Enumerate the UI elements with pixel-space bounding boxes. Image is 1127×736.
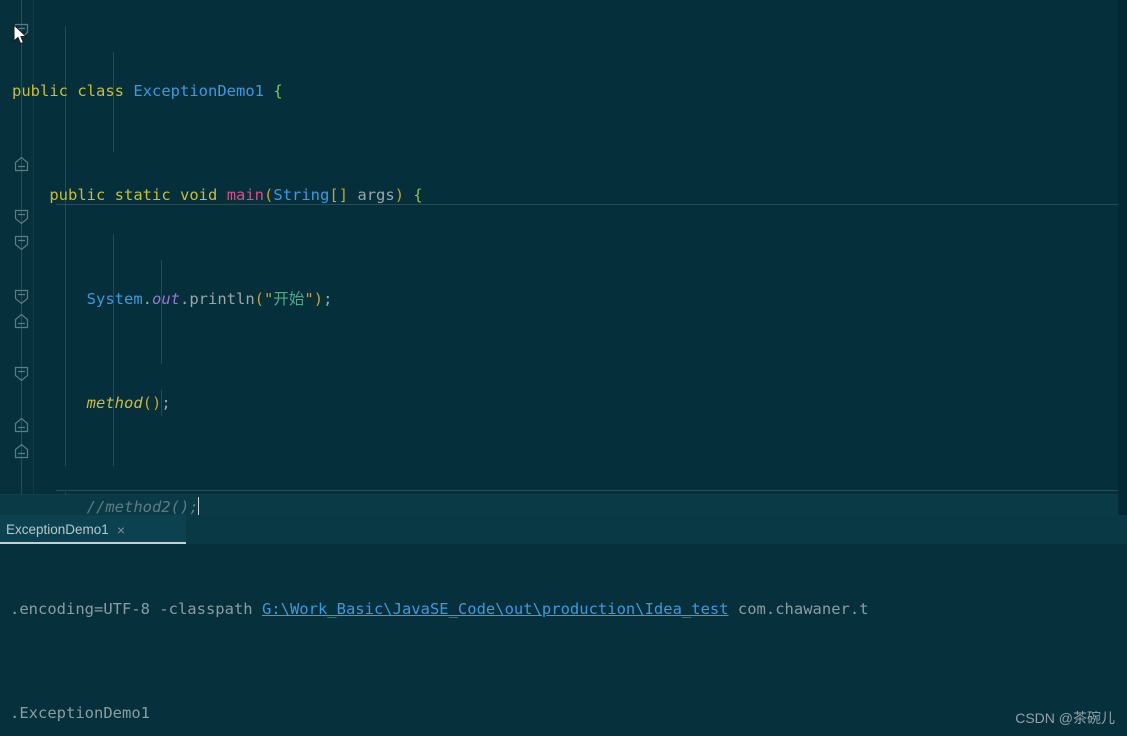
token-string: 开始 [273, 290, 305, 308]
token-paren: ( [264, 186, 274, 204]
token-type: System [86, 290, 143, 308]
token-brace: { [273, 82, 283, 100]
token-type: ExceptionDemo1 [133, 82, 265, 100]
token-dot: . [180, 290, 190, 308]
token-paren: () [142, 394, 162, 412]
text-caret [197, 497, 199, 515]
token-brace: { [413, 186, 423, 204]
code-content[interactable]: public class ExceptionDemo1 { public sta… [0, 0, 1127, 515]
token-semicolon: ; [161, 394, 171, 412]
token-paren: ) [313, 290, 324, 308]
console-cmd-path-link[interactable]: G:\Work_Basic\JavaSE_Code\out\production… [262, 600, 729, 618]
console-top-clip [0, 544, 1127, 558]
code-line[interactable]: public static void main(String[] args) { [0, 182, 1127, 208]
console-line-command-cont: .ExceptionDemo1 [10, 700, 1127, 726]
code-line[interactable]: public class ExceptionDemo1 { [0, 78, 1127, 104]
console-tab-exceptiondemo1[interactable]: ExceptionDemo1 × [0, 515, 186, 544]
watermark: CSDN @茶碗儿 [1015, 710, 1115, 726]
token-field: out [152, 290, 180, 308]
console-cmd-suffix: com.chawaner.t [728, 600, 869, 618]
code-editor[interactable]: public class ExceptionDemo1 { public sta… [0, 0, 1127, 515]
token-keyword: public [12, 82, 68, 100]
token-paren: ( [254, 290, 265, 308]
console-line-command: .encoding=UTF-8 -classpath G:\Work_Basic… [10, 596, 1127, 622]
token-method-decl: main [226, 186, 265, 204]
code-line-active[interactable]: //method2(); [0, 494, 1127, 515]
console-cmd-prefix: .encoding=UTF-8 -classpath [10, 600, 262, 618]
console-output[interactable]: .encoding=UTF-8 -classpath G:\Work_Basic… [0, 544, 1127, 736]
token-method: println [189, 290, 255, 308]
token-semicolon: ; [323, 290, 333, 308]
token-paren: ) [394, 186, 405, 204]
token-method-call: method [86, 394, 143, 412]
token-identifier: args [357, 186, 395, 204]
token-quote: " [304, 290, 314, 308]
run-console-panel[interactable]: ExceptionDemo1 × .encoding=UTF-8 -classp… [0, 515, 1127, 736]
token-comment: //method2(); [86, 498, 199, 515]
ide-window: public class ExceptionDemo1 { public sta… [0, 0, 1127, 736]
token-quote: " [264, 290, 274, 308]
code-line[interactable]: method(); [0, 390, 1127, 416]
token-keyword: void [180, 186, 218, 204]
token-keyword: static [114, 186, 171, 204]
code-line[interactable]: System.out.println("开始"); [0, 286, 1127, 312]
close-icon[interactable]: × [117, 522, 125, 538]
console-cmd-line2: .ExceptionDemo1 [10, 704, 150, 722]
token-dot: . [142, 290, 152, 308]
mouse-cursor-icon [13, 24, 28, 45]
token-keyword: public [49, 186, 106, 204]
token-bracket: [] [329, 186, 349, 204]
token-type: String [273, 186, 330, 204]
console-tab-label: ExceptionDemo1 [6, 522, 109, 537]
token-keyword: class [77, 82, 125, 100]
editor-right-edge [1118, 0, 1127, 515]
console-tabstrip[interactable]: ExceptionDemo1 × [0, 515, 1127, 544]
